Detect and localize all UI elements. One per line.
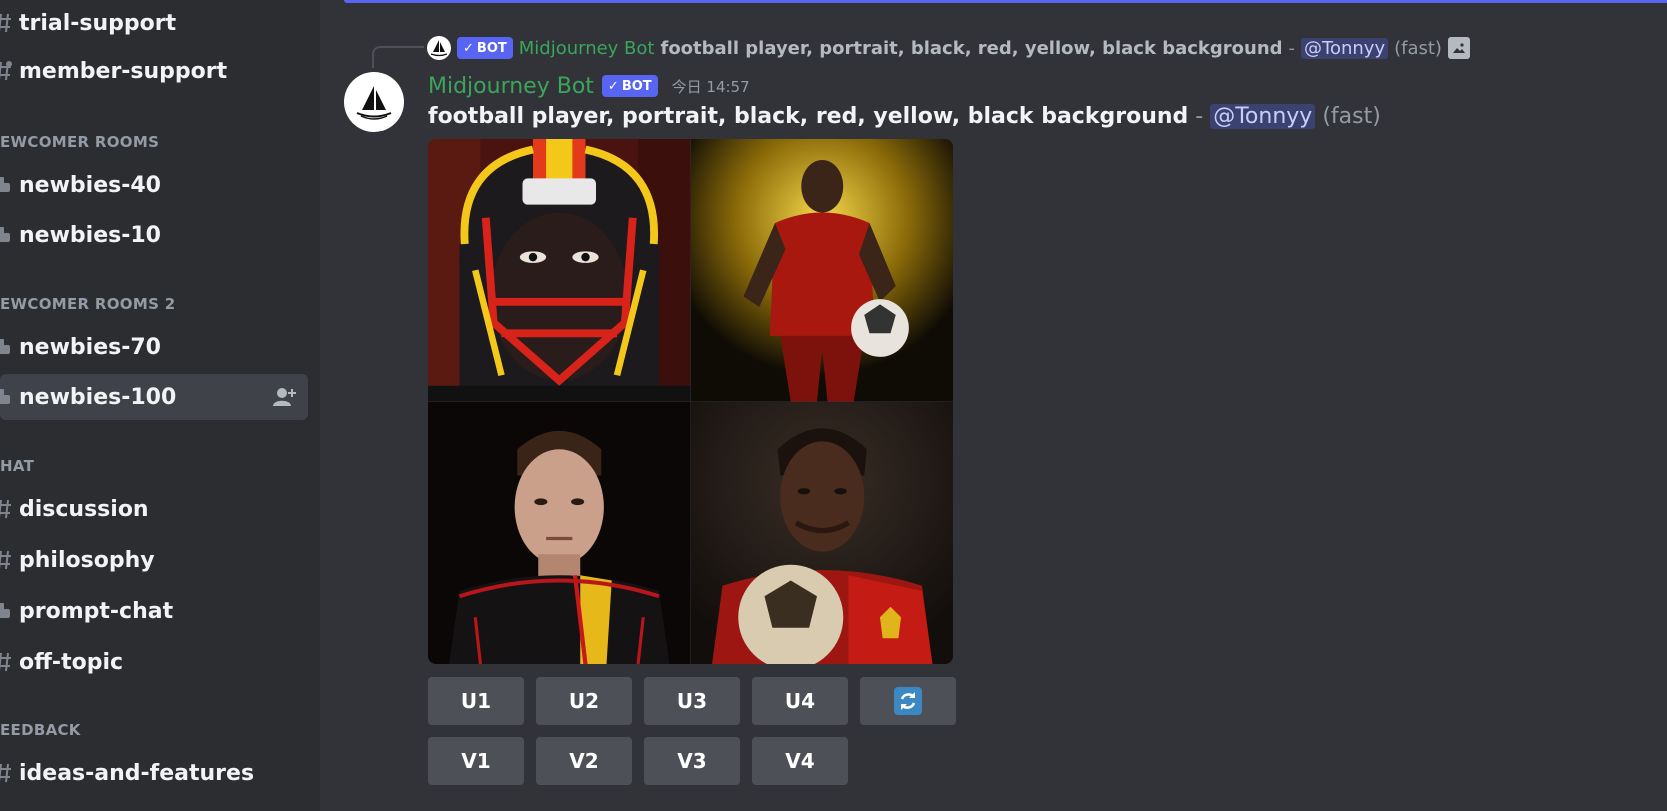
image-football-helmet-portrait[interactable] — [428, 139, 691, 402]
thread-icon — [0, 224, 18, 246]
sidebar-item-trial-support[interactable]: trial-support — [0, 0, 308, 46]
image-icon[interactable] — [1447, 37, 1470, 59]
thread-icon — [0, 600, 18, 622]
sidebar-item-newbies-10[interactable]: newbies-10 — [0, 212, 308, 258]
message-timestamp[interactable]: 今日 14:57 — [672, 76, 750, 97]
sidebar-item-off-topic[interactable]: off-topic — [0, 639, 308, 685]
variation-4-button[interactable]: V4 — [752, 737, 848, 785]
refresh-icon — [894, 687, 922, 715]
image-soccer-player-yellow-smoke[interactable] — [690, 139, 953, 402]
sidebar-item-newbies-70[interactable]: newbies-70 — [0, 324, 308, 370]
upscale-1-button[interactable]: U1 — [428, 677, 524, 725]
reply-prompt[interactable]: football player, portrait, black, red, y… — [660, 38, 1282, 59]
thread-icon — [0, 174, 18, 196]
hashtag-icon — [0, 549, 18, 571]
sidebar-item-ideas-and-features[interactable]: ideas-and-features — [0, 750, 308, 796]
add-member-icon[interactable] — [272, 384, 298, 410]
hashtag-icon — [0, 762, 18, 784]
variation-1-button[interactable]: V1 — [428, 737, 524, 785]
bot-tag: ✓ BOT — [457, 37, 513, 59]
sidebar-item-label: prompt-chat — [19, 598, 174, 624]
user-mention[interactable]: @Tonnyy — [1210, 104, 1316, 129]
sidebar-item-member-support[interactable]: member-support — [0, 48, 308, 94]
hashtag-icon — [0, 498, 18, 520]
reply-separator: - — [1288, 37, 1296, 59]
reroll-button[interactable] — [860, 677, 956, 725]
category-header[interactable]: HAT — [0, 457, 34, 475]
sidebar-item-discussion[interactable]: discussion — [0, 486, 308, 532]
reply-connector — [372, 46, 424, 68]
variation-3-button[interactable]: V3 — [644, 737, 740, 785]
forum-hashtag-icon — [0, 60, 18, 82]
sidebar-item-newbies-100[interactable]: newbies-100 — [0, 374, 308, 420]
upscale-3-button[interactable]: U3 — [644, 677, 740, 725]
message-content: football player, portrait, black, red, y… — [428, 104, 1381, 129]
category-header[interactable]: EEDBACK — [0, 721, 81, 739]
thread-icon — [0, 336, 18, 358]
message-prompt: football player, portrait, black, red, y… — [428, 104, 1189, 129]
reply-reference[interactable]: ✓ BOT Midjourney Bot football player, por… — [427, 35, 1470, 61]
sidebar-item-label: trial-support — [19, 10, 177, 36]
message-header: Midjourney Bot ✓ BOT 今日 14:57 — [428, 71, 750, 101]
category-header[interactable]: EWCOMER ROOMS — [0, 133, 159, 151]
bot-tag: ✓ BOT — [601, 75, 658, 97]
verified-check-icon: ✓ — [463, 40, 474, 56]
sidebar-item-label: newbies-70 — [19, 334, 161, 360]
hashtag-icon — [0, 12, 18, 34]
upscale-4-button[interactable]: U4 — [752, 677, 848, 725]
sidebar-item-label: discussion — [19, 496, 149, 522]
image-player-holding-ball[interactable] — [690, 401, 953, 664]
channel-sidebar: trial-support member-support EWCOMER ROO… — [0, 0, 320, 811]
message-author[interactable]: Midjourney Bot — [428, 74, 594, 99]
variation-2-button[interactable]: V2 — [536, 737, 632, 785]
hashtag-icon — [0, 651, 18, 673]
bot-avatar[interactable] — [344, 72, 404, 132]
sidebar-item-label: member-support — [19, 58, 228, 84]
reply-mode: (fast) — [1394, 37, 1442, 59]
verified-check-icon: ✓ — [607, 78, 619, 94]
sidebar-item-label: newbies-40 — [19, 172, 161, 198]
message-separator: - — [1188, 104, 1211, 129]
image-player-black-yellow-jersey[interactable] — [428, 401, 691, 664]
message-mode: (fast) — [1322, 104, 1381, 129]
sidebar-item-prompt-chat[interactable]: prompt-chat — [0, 588, 308, 634]
sidebar-item-label: philosophy — [19, 547, 155, 573]
sidebar-item-label: newbies-10 — [19, 222, 161, 248]
highlight-bar — [344, 0, 1667, 3]
reply-mention[interactable]: @Tonnyy — [1301, 37, 1389, 59]
image-grid[interactable] — [428, 139, 953, 664]
category-header[interactable]: EWCOMER ROOMS 2 — [0, 295, 175, 313]
sidebar-item-newbies-40[interactable]: newbies-40 — [0, 162, 308, 208]
sidebar-item-label: ideas-and-features — [19, 760, 255, 786]
sidebar-item-label: off-topic — [19, 649, 124, 675]
thread-icon — [0, 386, 18, 408]
upscale-2-button[interactable]: U2 — [536, 677, 632, 725]
sidebar-item-label: newbies-100 — [19, 384, 177, 410]
reply-avatar[interactable] — [427, 36, 451, 60]
reply-author[interactable]: Midjourney Bot — [519, 38, 655, 59]
sidebar-item-philosophy[interactable]: philosophy — [0, 537, 308, 583]
